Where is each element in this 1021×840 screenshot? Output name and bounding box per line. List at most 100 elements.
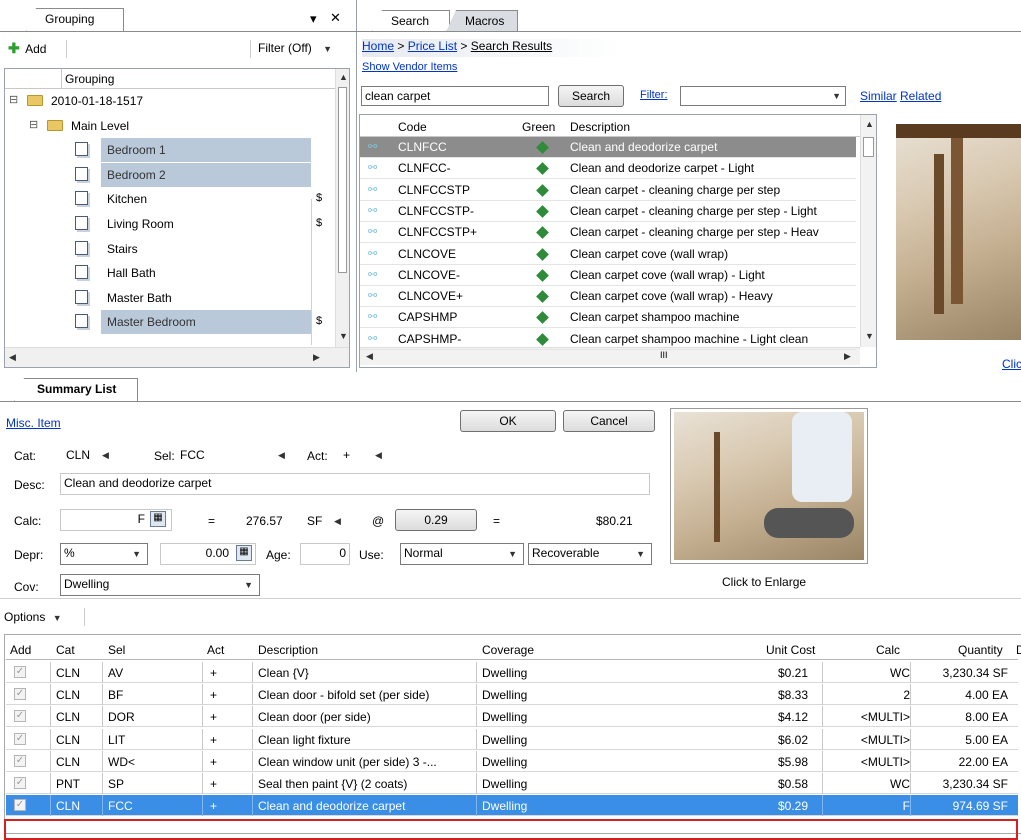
click-enlarge-link[interactable]: Click [1002, 357, 1021, 371]
scroll-left-icon[interactable]: ◀ [9, 352, 16, 363]
options-menu[interactable]: Options ▼ [4, 610, 62, 624]
tree-item[interactable]: Hall Bath [5, 261, 335, 285]
close-icon[interactable]: ✕ [330, 10, 341, 26]
line-item-row[interactable]: ✓ CLN DOR + Clean door (per side) Dwelling $4.… [6, 706, 1018, 728]
result-row[interactable]: ⚯ CLNFCCSTP- Clean carpet - cleaning charg… [360, 201, 856, 222]
scroll-down-icon[interactable]: ▼ [865, 331, 874, 341]
depr-type-select[interactable]: % ▼ [60, 543, 148, 565]
column-header-description[interactable]: Description [258, 643, 318, 657]
hscroll-thumb[interactable]: III [660, 350, 668, 360]
scroll-left-icon[interactable]: ◀ [366, 351, 373, 362]
add-checkbox[interactable]: ✓ [14, 710, 26, 723]
scroll-up-icon[interactable]: ▲ [339, 72, 348, 82]
ok-button[interactable]: OK [460, 410, 556, 432]
recoverable-select[interactable]: Recoverable ▼ [528, 543, 652, 565]
add-checkbox[interactable]: ✓ [14, 732, 26, 745]
sel-arrow-icon[interactable]: ◀ [278, 450, 285, 461]
result-row[interactable]: ⚯ CLNCOVE+ Clean carpet cove (wall wrap) -… [360, 286, 856, 308]
line-item-row[interactable]: ✓ PNT SP + Seal then paint {V} (2 coats) Dwel… [6, 773, 1018, 794]
related-link[interactable]: Related [900, 89, 941, 103]
scroll-thumb[interactable] [338, 87, 347, 273]
scroll-right-icon[interactable]: ▶ [844, 351, 851, 362]
column-header-cat[interactable]: Cat [56, 643, 75, 657]
line-item-row[interactable]: ✓ CLN LIT + Clean light fixture Dwelling $6.02… [6, 728, 1018, 750]
column-header-code[interactable]: Code [398, 120, 427, 134]
line-item-row[interactable]: ✓ CLN AV + Clean {V} Dwelling $0.21 WC 3,230.34 … [6, 662, 1018, 683]
search-button[interactable]: Search [558, 85, 624, 107]
result-row[interactable]: ⚯ CLNCOVE Clean carpet cove (wall wrap) [360, 244, 856, 265]
tree-item[interactable]: ⊟ 2010-01-18-1517 [5, 89, 335, 113]
result-row[interactable]: ⚯ CLNFCC Clean and deodorize carpet [360, 137, 856, 158]
collapse-icon[interactable]: ⊟ [9, 93, 18, 106]
column-header-act[interactable]: Act [207, 643, 224, 657]
act-value[interactable]: + [343, 448, 350, 462]
line-item-row[interactable]: ✓ CLN FCC + Clean and deodorize carpet Dwelli… [6, 795, 1018, 817]
result-row[interactable]: ⚯ CLNFCCSTP Clean carpet - cleaning charge… [360, 180, 856, 201]
column-header-green[interactable]: Green [522, 120, 555, 134]
cancel-button[interactable]: Cancel [563, 410, 655, 432]
tab-search[interactable]: Search [372, 10, 450, 32]
result-row[interactable]: ⚯ CLNFCCSTP+ Clean carpet - cleaning charg… [360, 222, 856, 244]
column-header-quantity[interactable]: Quantity [958, 643, 1003, 657]
results-hscrollbar[interactable]: ◀ III ▶ [360, 347, 860, 365]
tab-grouping[interactable]: Grouping [26, 8, 124, 32]
column-header-coverage[interactable]: Coverage [482, 643, 534, 657]
column-header-add[interactable]: Add [10, 643, 31, 657]
filter-select[interactable]: ▼ [680, 86, 846, 106]
tree-item[interactable]: Master Bath [5, 286, 335, 310]
scroll-right-icon[interactable]: ▶ [313, 352, 320, 363]
desc-input[interactable]: Clean and deodorize carpet [60, 473, 650, 495]
result-row[interactable]: ⚯ CLNFCC- Clean and deodorize carpet - Lig… [360, 158, 856, 180]
click-to-enlarge-label[interactable]: Click to Enlarge [722, 575, 806, 589]
age-input[interactable]: 0 [300, 543, 350, 565]
scroll-up-icon[interactable]: ▲ [865, 119, 874, 129]
tree-item[interactable]: Bedroom 2 [5, 162, 335, 187]
unit-arrow-icon[interactable]: ◀ [334, 516, 341, 527]
add-checkbox[interactable]: ✓ [14, 777, 26, 789]
tree-hscrollbar[interactable]: ◀ ▶ [5, 347, 349, 367]
act-arrow-icon[interactable]: ◀ [375, 450, 382, 461]
add-button[interactable]: ✚ Add [8, 40, 46, 58]
result-row[interactable]: ⚯ CAPSHMP- Clean carpet shampoo machine - … [360, 329, 856, 350]
misc-item-link[interactable]: Misc. Item [6, 416, 61, 430]
sel-value[interactable]: FCC [180, 448, 205, 462]
tree-item[interactable]: Bedroom 1 [5, 138, 335, 163]
column-header-d[interactable]: D [1016, 643, 1021, 657]
unit-value[interactable]: SF [307, 514, 322, 528]
unit-price-button[interactable]: 0.29 [395, 509, 477, 531]
tab-macros[interactable]: Macros [446, 10, 518, 32]
search-input[interactable]: clean carpet [361, 86, 549, 106]
tree-item[interactable]: ⊟ Main Level [5, 114, 335, 138]
tab-summary-list[interactable]: Summary List [14, 378, 138, 402]
breadcrumb-price-list[interactable]: Price List [408, 39, 457, 53]
column-header-description[interactable]: Description [570, 120, 630, 134]
column-header-unit-cost[interactable]: Unit Cost [766, 643, 815, 657]
calculator-icon[interactable]: ▦ [150, 511, 166, 527]
similar-link[interactable]: Similar [860, 89, 897, 103]
column-header-calc[interactable]: Calc [876, 643, 900, 657]
calculator-icon-2[interactable]: ▦ [236, 545, 252, 561]
show-vendor-items-link[interactable]: Show Vendor Items [362, 61, 457, 73]
column-header-sel[interactable]: Sel [108, 643, 125, 657]
tree-item[interactable]: Kitchen $ [5, 187, 335, 211]
line-item-row[interactable]: ✓ CLN BF + Clean door - bifold set (per side… [6, 684, 1018, 706]
add-checkbox[interactable]: ✓ [14, 754, 26, 767]
results-vscrollbar[interactable]: ▲ ▼ [860, 115, 876, 347]
filter-dropdown[interactable]: Filter (Off) ▼ [258, 41, 332, 55]
use-select[interactable]: Normal ▼ [400, 543, 524, 565]
collapse-icon[interactable]: ⊟ [29, 118, 38, 131]
pin-icon[interactable]: ▾ [310, 11, 317, 27]
tree-item[interactable]: Living Room $ [5, 212, 335, 236]
cov-select[interactable]: Dwelling ▼ [60, 574, 260, 596]
result-row[interactable]: ⚯ CLNCOVE- Clean carpet cove (wall wrap) -… [360, 265, 856, 286]
tree-item[interactable]: Master Bedroom $ [5, 310, 335, 335]
item-preview-image[interactable] [896, 124, 1021, 340]
add-checkbox[interactable]: ✓ [14, 799, 26, 812]
tree-item[interactable]: Stairs [5, 237, 335, 261]
scroll-down-icon[interactable]: ▼ [339, 331, 348, 341]
breadcrumb-search-results[interactable]: Search Results [471, 39, 552, 53]
cat-value[interactable]: CLN [66, 448, 90, 462]
cat-arrow-icon[interactable]: ◀ [102, 450, 109, 461]
breadcrumb-home[interactable]: Home [362, 39, 394, 53]
add-checkbox[interactable]: ✓ [14, 666, 26, 678]
